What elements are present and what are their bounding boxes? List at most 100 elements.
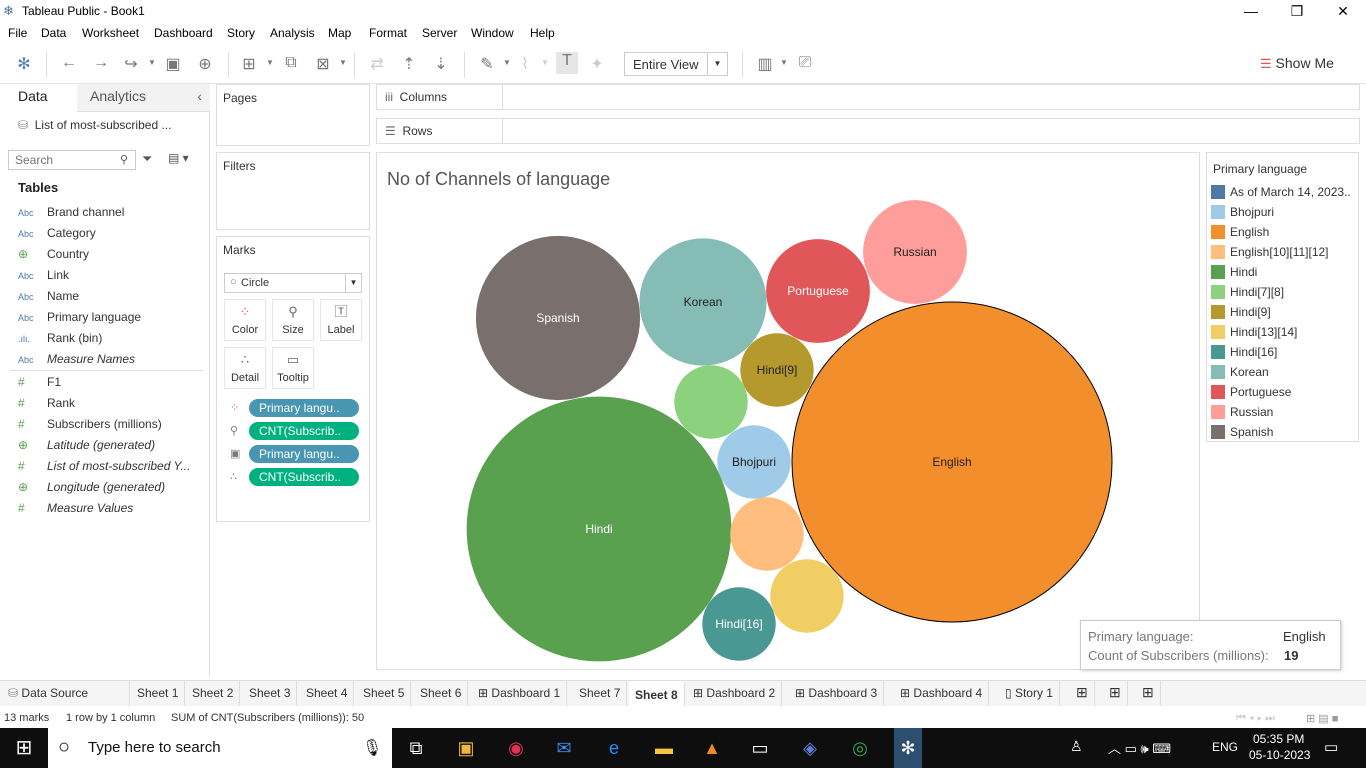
new-worksheet-tab-icon[interactable]: ⊞	[1070, 681, 1095, 706]
size-button[interactable]: ⚲ Size	[272, 299, 314, 341]
tab-dashboard[interactable]: ⊞ Dashboard 1	[472, 681, 568, 706]
detail-button[interactable]: ∴ Detail	[224, 347, 266, 389]
field-item[interactable]: Abc Brand channel	[18, 205, 124, 223]
app-icon[interactable]: ◈	[796, 736, 824, 760]
chevron-down-icon[interactable]: ▼	[780, 58, 788, 67]
menu-dashboard[interactable]: Dashboard	[154, 26, 213, 40]
menu-analysis[interactable]: Analysis	[270, 26, 315, 40]
tab-dashboard[interactable]: ⊞ Dashboard 3	[789, 681, 885, 706]
edge-icon[interactable]: e	[600, 736, 628, 760]
tab-story[interactable]: ▯ Story 1	[999, 681, 1060, 706]
menu-worksheet[interactable]: Worksheet	[82, 26, 139, 40]
clock-time[interactable]: 05:35 PM	[1253, 732, 1304, 746]
legend-item[interactable]: Bhojpuri	[1211, 205, 1274, 223]
legend-item[interactable]: Hindi[7][8]	[1211, 285, 1284, 303]
field-item[interactable]: # Rank	[18, 396, 75, 414]
close-button[interactable]: ✕	[1320, 0, 1366, 22]
people-icon[interactable]: ♙	[1070, 738, 1083, 755]
tab-sheet[interactable]: Sheet 4	[300, 681, 355, 706]
tab-sheet[interactable]: Sheet 5	[357, 681, 412, 706]
field-item[interactable]: Abc Measure Names	[18, 352, 135, 370]
file-explorer-icon[interactable]: ▬	[650, 736, 678, 760]
notification-icon[interactable]: ▭	[1324, 738, 1338, 756]
data-source-item[interactable]: ⛁ List of most-subscribed ...	[18, 118, 171, 132]
tooltip-button[interactable]: ▭ Tooltip	[272, 347, 314, 389]
show-mark-labels-icon[interactable]: T	[556, 52, 578, 74]
task-view-icon[interactable]: ⧉	[402, 736, 430, 760]
menu-data[interactable]: Data	[41, 26, 66, 40]
replace-data-source-icon[interactable]: ↪	[120, 54, 142, 74]
viz-canvas[interactable]: No of Channels of language English Hindi S…	[376, 152, 1200, 670]
clear-sheet-icon[interactable]: ⊠	[312, 54, 334, 74]
label-pill[interactable]: Primary langu..	[249, 445, 359, 463]
highlight-icon[interactable]: ✎	[476, 54, 498, 74]
tab-dashboard[interactable]: ⊞ Dashboard 4	[894, 681, 990, 706]
filter-icon[interactable]: ⏷	[142, 151, 152, 167]
field-item[interactable]: # Measure Values	[18, 501, 133, 519]
chrome-icon[interactable]: ◎	[846, 736, 874, 760]
field-item[interactable]: Abc Link	[18, 268, 69, 286]
rows-shelf[interactable]: ☰ Rows	[376, 118, 1360, 144]
tab-sheet[interactable]: Sheet 6	[414, 681, 469, 706]
duplicate-sheet-icon[interactable]: ⧉	[280, 54, 302, 72]
tab-sheet-active[interactable]: Sheet 8	[629, 681, 685, 706]
field-item[interactable]: # List of most-subscribed Y...	[18, 459, 190, 477]
legend-item[interactable]: Hindi[13][14]	[1211, 325, 1297, 343]
fix-axes-icon[interactable]: ✦	[586, 54, 608, 74]
menu-server[interactable]: Server	[422, 26, 457, 40]
label-button[interactable]: 🅃 Label	[320, 299, 362, 341]
tab-sheet[interactable]: Sheet 7	[573, 681, 628, 706]
tab-data-source[interactable]: ⛁ Data Source	[0, 681, 130, 706]
legend-item[interactable]: Russian	[1211, 405, 1273, 423]
filters-card[interactable]: Filters	[216, 152, 370, 230]
system-tray-icons[interactable]: ︿ ▭ 🕪 ⌨	[1108, 738, 1171, 757]
media-player-icon[interactable]: ◉	[502, 736, 530, 760]
group-members-icon[interactable]: ⌇	[514, 54, 536, 74]
size-pill[interactable]: CNT(Subscrib..	[249, 422, 359, 440]
show-cards-icon[interactable]: ▥	[754, 54, 776, 74]
tab-sheet[interactable]: Sheet 3	[243, 681, 298, 706]
language-indicator[interactable]: ENG	[1212, 740, 1238, 754]
redo-icon[interactable]: →	[90, 54, 112, 72]
menu-map[interactable]: Map	[328, 26, 351, 40]
chevron-down-icon[interactable]: ▼	[541, 58, 549, 67]
bubble-hindi-7-8[interactable]	[674, 365, 748, 439]
color-button[interactable]: ⁘ Color	[224, 299, 266, 341]
tab-data[interactable]: Data	[0, 84, 77, 112]
new-story-tab-icon[interactable]: ⊞	[1136, 681, 1161, 706]
field-item[interactable]: ⊕ Latitude (generated)	[18, 438, 155, 456]
menu-help[interactable]: Help	[530, 26, 555, 40]
field-item[interactable]: # Subscribers (millions)	[18, 417, 162, 435]
windows-start-icon[interactable]: ⊞	[10, 736, 38, 760]
terminal-icon[interactable]: ▭	[746, 736, 774, 760]
new-data-source-icon[interactable]: ⊕	[194, 54, 216, 74]
swap-rows-columns-icon[interactable]: ⇄	[366, 54, 388, 74]
bubble-chart[interactable]: English Hindi Spanish Korean Portuguese Russi…	[377, 153, 1199, 669]
chevron-down-icon[interactable]: ▼	[148, 58, 156, 67]
color-pill[interactable]: Primary langu..	[249, 399, 359, 417]
menu-format[interactable]: Format	[369, 26, 407, 40]
presentation-mode-icon[interactable]: ⎚	[794, 54, 816, 72]
microphone-icon[interactable]: 🎙	[362, 738, 382, 758]
field-item[interactable]: ⊕ Longitude (generated)	[18, 480, 165, 498]
detail-pill[interactable]: CNT(Subscrib..	[249, 468, 359, 486]
tableau-taskbar-icon[interactable]: ✻	[894, 728, 922, 768]
new-dashboard-tab-icon[interactable]: ⊞	[1103, 681, 1128, 706]
columns-shelf[interactable]: iii Columns	[376, 84, 1360, 110]
legend-item[interactable]: English	[1211, 225, 1269, 243]
collapse-pane-icon[interactable]: ‹	[197, 88, 202, 104]
legend-item[interactable]: Korean	[1211, 365, 1269, 383]
field-item[interactable]: .ılı. Rank (bin)	[18, 331, 102, 349]
fit-dropdown[interactable]: Entire View ▼	[624, 52, 728, 76]
menu-file[interactable]: File	[8, 26, 27, 40]
new-worksheet-icon[interactable]: ⊞	[238, 54, 260, 74]
legend-item[interactable]: Hindi[16]	[1211, 345, 1277, 363]
bubble-english-10-11-12[interactable]	[730, 497, 804, 571]
field-item[interactable]: Abc Primary language	[18, 310, 141, 328]
view-options-icon[interactable]: ▤ ▾	[168, 151, 189, 165]
mail-icon[interactable]: ✉	[550, 736, 578, 760]
legend-item[interactable]: Portuguese	[1211, 385, 1291, 403]
show-me-button[interactable]: ☰ Show Me	[1260, 55, 1334, 72]
maximize-button[interactable]: ❐	[1274, 0, 1320, 22]
sort-descending-icon[interactable]: ⇣	[430, 54, 452, 74]
